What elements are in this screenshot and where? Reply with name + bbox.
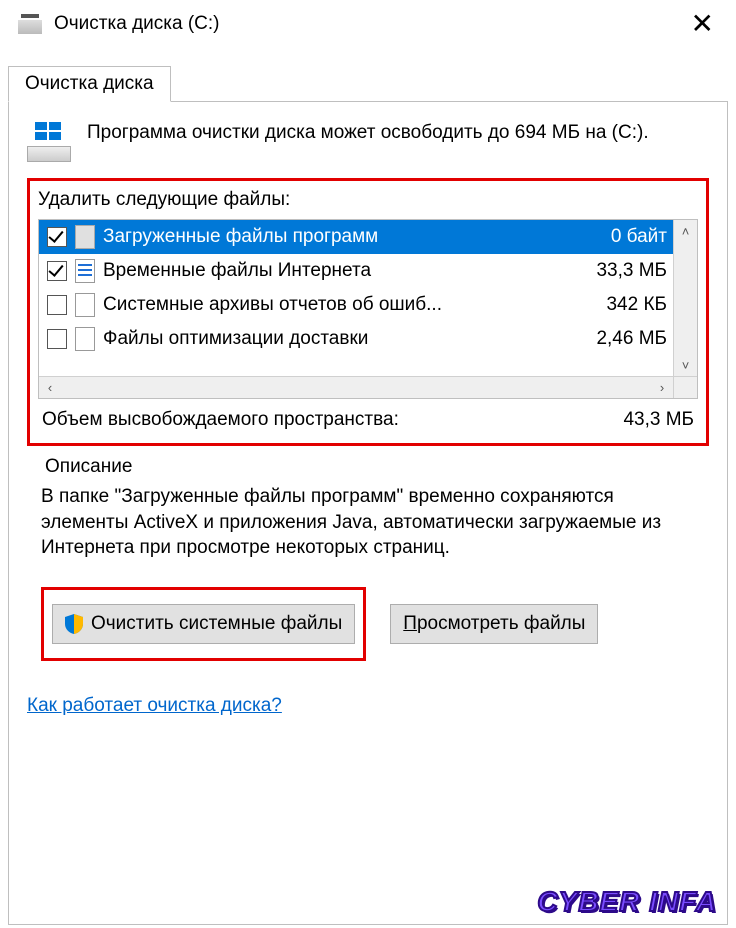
description-group: Описание В папке "Загруженные файлы прог… [27,450,709,679]
help-link-row: Как работает очистка диска? [27,695,709,717]
window-title: Очистка диска (C:) [54,13,681,35]
button-row: Очистить системные файлы Просмотреть фай… [41,587,695,661]
total-row: Объем высвобождаемого пространства: 43,3… [38,399,698,433]
list-item[interactable]: Файлы оптимизации доставки 2,46 МБ [39,322,673,356]
summary-row: Программа очистки диска может освободить… [27,120,709,162]
list-item-label: Системные архивы отчетов об ошиб... [103,294,596,316]
list-item-label: Загруженные файлы программ [103,226,601,248]
list-item-size: 2,46 МБ [586,328,667,350]
list-item[interactable]: Временные файлы Интернета 33,3 МБ [39,254,673,288]
drive-icon [27,122,71,162]
tab-disk-cleanup[interactable]: Очистка диска [8,66,171,102]
scroll-down-icon[interactable]: ˅ [674,354,697,376]
horizontal-scrollbar[interactable]: ‹ › [39,376,673,398]
files-listbox[interactable]: Загруженные файлы программ 0 байт Времен… [39,220,673,376]
checkbox[interactable] [47,261,67,281]
view-files-label: Просмотреть файлы [403,613,585,635]
disk-cleanup-app-icon [18,14,42,34]
disk-cleanup-window: Очистка диска (C:) ✕ Очистка диска Прогр… [0,0,736,928]
list-item-label: Файлы оптимизации доставки [103,328,586,350]
list-item[interactable]: Загруженные файлы программ 0 байт [39,220,673,254]
titlebar: Очистка диска (C:) ✕ [0,0,736,46]
highlight-files-box: Удалить следующие файлы: Загруженные фай… [27,178,709,446]
list-item-size: 33,3 МБ [586,260,667,282]
file-icon [75,293,95,317]
tab-strip: Очистка диска Программа очистки диска мо… [8,66,728,925]
watermark: CYBER INFA [537,886,717,918]
list-item-size: 342 КБ [596,294,667,316]
file-icon [75,327,95,351]
checkbox[interactable] [47,329,67,349]
view-files-button[interactable]: Просмотреть файлы [390,604,598,644]
file-icon [75,259,95,283]
checkbox[interactable] [47,295,67,315]
list-item-size: 0 байт [601,226,667,248]
files-group-label: Удалить следующие файлы: [38,189,698,211]
scrollbar-corner [673,376,697,398]
total-label: Объем высвобождаемого пространства: [42,409,399,431]
list-item[interactable]: Системные архивы отчетов об ошиб... 342 … [39,288,673,322]
description-legend: Описание [41,456,136,478]
file-icon [75,225,95,249]
tab-panel: Программа очистки диска может освободить… [8,101,728,925]
description-text: В папке "Загруженные файлы программ" вре… [41,484,695,561]
list-item-label: Временные файлы Интернета [103,260,586,282]
total-value: 43,3 МБ [623,409,694,431]
highlight-clean-system-box: Очистить системные файлы [41,587,366,661]
files-listbox-container: Загруженные файлы программ 0 байт Времен… [38,219,698,399]
close-icon[interactable]: ✕ [681,10,724,38]
vertical-scrollbar[interactable]: ˄ ˅ [673,220,697,376]
scroll-right-icon[interactable]: › [651,377,673,398]
scroll-left-icon[interactable]: ‹ [39,377,61,398]
help-link[interactable]: Как работает очистка диска? [27,695,282,716]
shield-icon [65,614,83,634]
scroll-up-icon[interactable]: ˄ [674,220,697,242]
clean-system-files-label: Очистить системные файлы [91,613,342,635]
summary-text: Программа очистки диска может освободить… [87,120,649,146]
clean-system-files-button[interactable]: Очистить системные файлы [52,604,355,644]
checkbox[interactable] [47,227,67,247]
